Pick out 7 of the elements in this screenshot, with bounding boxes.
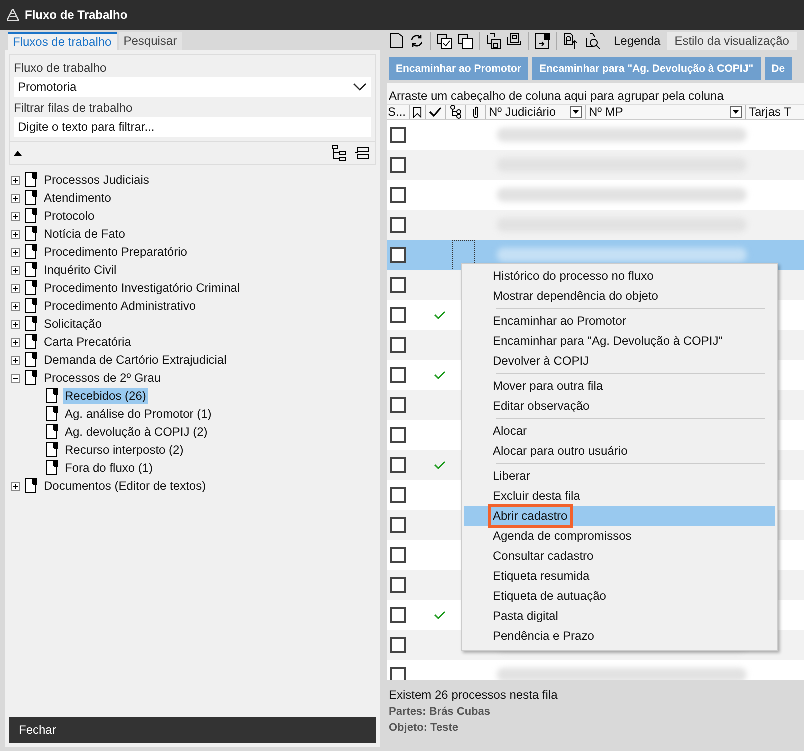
status-text: Existem 26 processos nesta fila: [389, 688, 559, 702]
group-by-hint: Arraste um cabeçalho de coluna aqui para agrupar pela coluna: [387, 83, 804, 105]
field-label: Filtrar filas de trabalho: [14, 101, 134, 115]
detail-text: Partes: Brás Cubas: [389, 706, 492, 718]
window-title: Fluxo de Trabalho: [25, 8, 128, 22]
field-label: Fluxo de trabalho: [14, 61, 108, 75]
detail-text: Objeto: Teste: [389, 722, 460, 734]
